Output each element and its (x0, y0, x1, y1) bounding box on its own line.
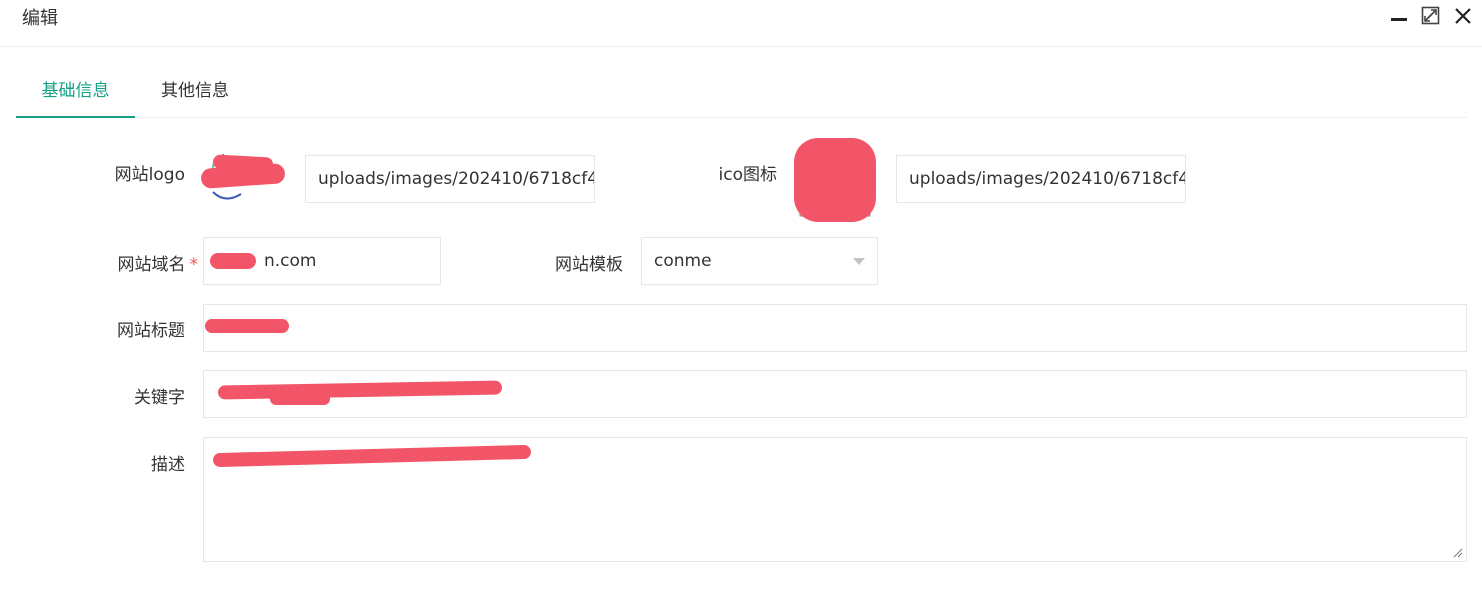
ico-label: ico图标 (718, 165, 777, 185)
tab-other-info[interactable]: 其他信息 (147, 66, 243, 116)
required-mark: * (189, 255, 199, 275)
dialog-titlebar: 编辑 (0, 0, 1482, 47)
redaction-mark (270, 393, 330, 405)
template-selected-value: conme (654, 251, 712, 271)
dialog-title: 编辑 (22, 8, 58, 29)
site-title-label: 网站标题 (117, 321, 185, 341)
logo-label: 网站logo (114, 165, 185, 185)
minimize-icon[interactable] (1389, 6, 1409, 26)
logo-preview-image (200, 146, 286, 206)
redaction-mark (210, 253, 256, 269)
site-title-input[interactable] (203, 304, 1467, 352)
chevron-down-icon (853, 258, 865, 265)
domain-label-text: 网站域名 (117, 255, 186, 275)
tab-bar: 基础信息 其他信息 (16, 66, 1467, 118)
close-icon[interactable] (1453, 6, 1473, 26)
ico-preview-image (794, 132, 876, 224)
domain-label: 网站域名 * (98, 250, 199, 275)
keywords-label: 关键字 (134, 388, 185, 408)
description-label: 描述 (151, 455, 185, 475)
tab-basic-info[interactable]: 基础信息 (16, 66, 135, 118)
template-select[interactable]: conme (641, 237, 878, 285)
resize-handle-icon[interactable] (1453, 548, 1463, 558)
redaction-mark (205, 319, 289, 333)
maximize-icon[interactable] (1421, 6, 1441, 26)
template-label: 网站模板 (555, 255, 623, 275)
logo-path-input[interactable]: uploads/images/202410/6718cf4fb1 (305, 155, 595, 203)
ico-path-input[interactable]: uploads/images/202410/6718cf4fd0 (896, 155, 1186, 203)
